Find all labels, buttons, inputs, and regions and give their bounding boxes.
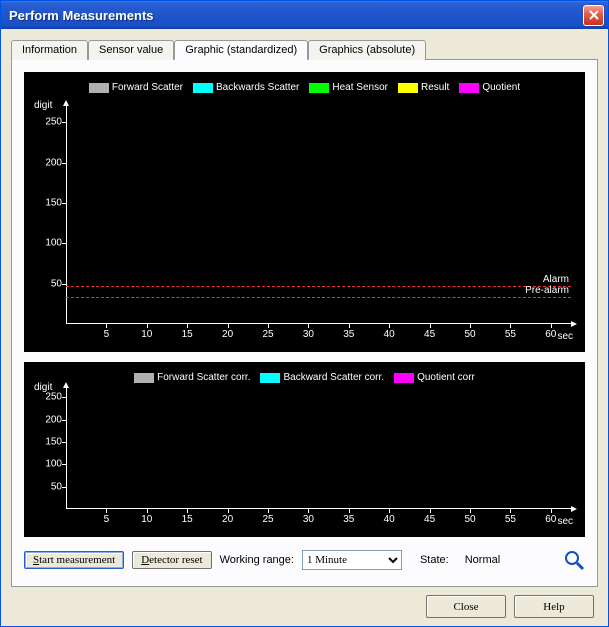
- reset-label-rest: etector reset: [149, 554, 202, 566]
- close-icon[interactable]: [583, 5, 604, 26]
- window: Perform Measurements Information Sensor …: [0, 0, 609, 627]
- chart-legend-top: Forward Scatter Backwards Scatter Heat Sen…: [24, 76, 585, 93]
- legend-swatch: [309, 83, 329, 93]
- legend-label: Quotient corr: [417, 372, 475, 383]
- legend-label: Backward Scatter corr.: [283, 372, 384, 383]
- chart-standardized-bottom: Forward Scatter corr. Backward Scatter co…: [24, 362, 585, 537]
- working-range-select[interactable]: 1 Minute: [302, 550, 402, 570]
- plot-area-top: sec 501001502002505101520253035404550556…: [66, 106, 571, 324]
- arrow-right-icon: [571, 321, 577, 327]
- legend-label: Forward Scatter corr.: [157, 372, 250, 383]
- legend-swatch: [134, 373, 154, 383]
- magnifier-icon[interactable]: [563, 549, 585, 571]
- start-label-rest: tart measurement: [39, 554, 115, 566]
- help-button[interactable]: Help: [514, 595, 594, 618]
- tab-sensor-value[interactable]: Sensor value: [88, 40, 174, 60]
- arrow-up-icon: [63, 100, 69, 106]
- legend-swatch: [260, 373, 280, 383]
- tab-graphic-standardized[interactable]: Graphic (standardized): [174, 40, 308, 60]
- legend-swatch: [398, 83, 418, 93]
- close-button[interactable]: Close: [426, 595, 506, 618]
- legend-item: Forward Scatter corr.: [134, 372, 250, 383]
- legend-item: Forward Scatter: [89, 82, 183, 93]
- plot-area-bottom: sec 501001502002505101520253035404550556…: [66, 388, 571, 509]
- dialog-buttons: Close Help: [11, 587, 598, 618]
- detector-reset-button[interactable]: Detector reset: [132, 551, 211, 569]
- legend-label: Heat Sensor: [332, 82, 388, 93]
- legend-item: Quotient corr: [394, 372, 475, 383]
- y-axis-line: [66, 388, 67, 509]
- tab-graphics-absolute[interactable]: Graphics (absolute): [308, 40, 426, 60]
- legend-label: Result: [421, 82, 449, 93]
- start-measurement-button[interactable]: Start measurement: [24, 551, 124, 569]
- x-axis-label: sec: [557, 331, 573, 342]
- legend-swatch: [459, 83, 479, 93]
- tab-information[interactable]: Information: [11, 40, 88, 60]
- legend-label: Forward Scatter: [112, 82, 183, 93]
- x-axis-label: sec: [557, 516, 573, 527]
- y-axis-label: digit: [34, 100, 52, 111]
- arrow-up-icon: [63, 382, 69, 388]
- y-axis-line: [66, 106, 67, 324]
- client-area: Information Sensor value Graphic (standa…: [1, 29, 608, 626]
- x-axis-line: [66, 508, 571, 509]
- legend-item: Heat Sensor: [309, 82, 388, 93]
- legend-item: Backwards Scatter: [193, 82, 299, 93]
- legend-swatch: [394, 373, 414, 383]
- legend-label: Quotient: [482, 82, 520, 93]
- working-range-label: Working range:: [220, 554, 294, 566]
- titlebar[interactable]: Perform Measurements: [1, 1, 608, 29]
- legend-item: Quotient: [459, 82, 520, 93]
- state-label: State:: [420, 554, 449, 566]
- legend-item: Result: [398, 82, 449, 93]
- threshold-line: [66, 286, 571, 287]
- threshold-label: Alarm: [543, 274, 569, 285]
- tab-panel: Forward Scatter Backwards Scatter Heat Sen…: [11, 59, 598, 587]
- threshold-label: Pre-alarm: [525, 285, 569, 296]
- legend-item: Backward Scatter corr.: [260, 372, 384, 383]
- chart-standardized-top: Forward Scatter Backwards Scatter Heat Sen…: [24, 72, 585, 352]
- threshold-line: [66, 297, 571, 298]
- state-value: Normal: [465, 554, 500, 566]
- x-axis-line: [66, 323, 571, 324]
- window-title: Perform Measurements: [9, 8, 154, 23]
- chart-legend-bottom: Forward Scatter corr. Backward Scatter co…: [24, 366, 585, 383]
- arrow-right-icon: [571, 506, 577, 512]
- legend-swatch: [193, 83, 213, 93]
- legend-swatch: [89, 83, 109, 93]
- controls-row: Start measurement Detector reset Working…: [24, 547, 585, 571]
- tab-strip: Information Sensor value Graphic (standa…: [11, 39, 598, 59]
- legend-label: Backwards Scatter: [216, 82, 299, 93]
